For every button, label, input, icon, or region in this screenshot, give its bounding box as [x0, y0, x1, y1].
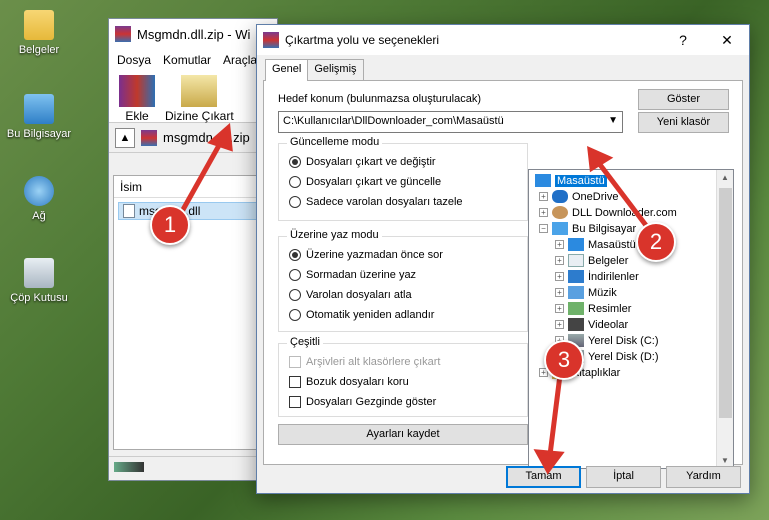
arrow-3: [547, 374, 563, 456]
arrow-1: [177, 138, 225, 217]
tab-general[interactable]: Genel: [265, 59, 309, 81]
annotation-badge: 2: [636, 222, 676, 262]
arrow-2: [596, 160, 650, 230]
arrow-2-head: [587, 145, 614, 173]
annotation-badge: 1: [150, 205, 190, 245]
arrow-1-head: [207, 122, 233, 152]
arrow-3-head: [533, 449, 565, 475]
annotation-badge: 3: [544, 340, 584, 380]
